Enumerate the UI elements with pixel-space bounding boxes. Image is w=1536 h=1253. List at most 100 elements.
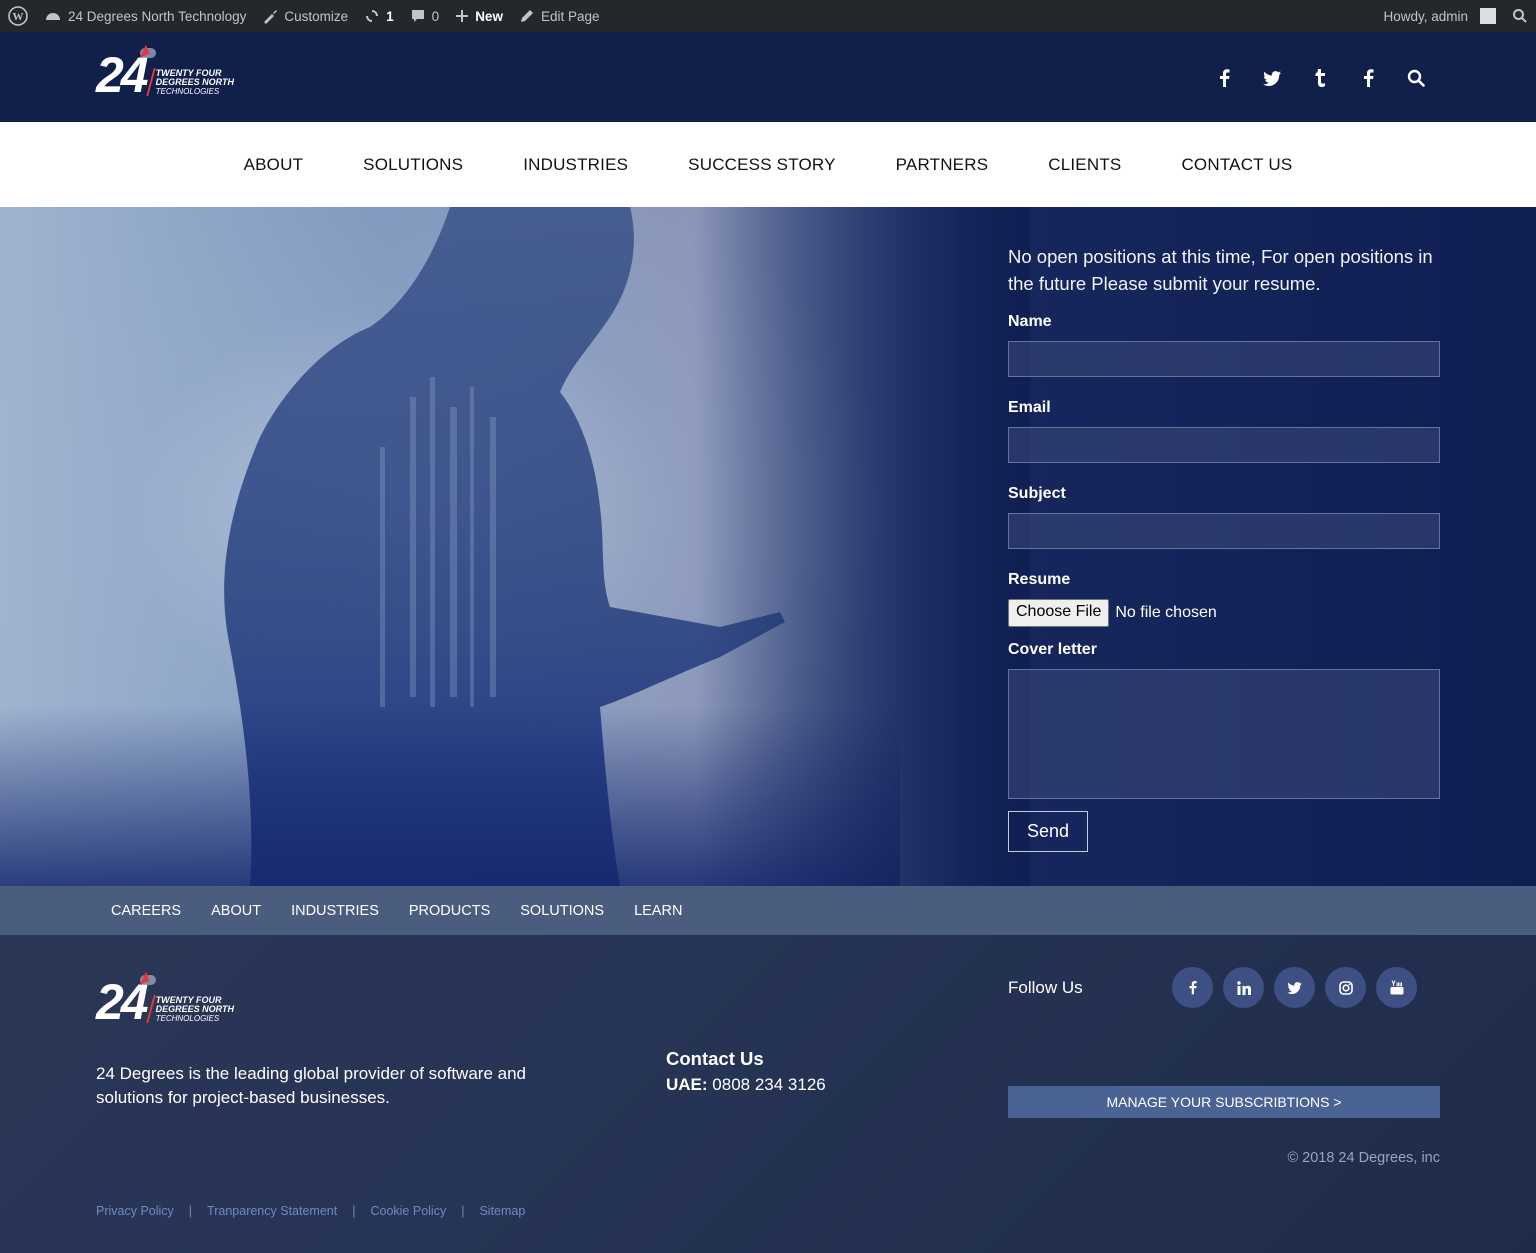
hero-fade [700,207,1030,886]
form-intro: No open positions at this time, For open… [1008,246,1433,294]
link-separator: | [352,1204,356,1218]
logo-number: 24 [96,44,156,100]
name-label: Name [1008,313,1052,330]
copyright: © 2018 24 Degrees, inc [1287,1150,1440,1166]
updates-link[interactable]: 1 [356,0,402,32]
privacy-policy-link[interactable]: Privacy Policy [96,1204,174,1218]
logo-line-2: DEGREES NORTH [155,1004,234,1014]
resume-form: No open positions at this time, For open… [1008,243,1440,852]
logo-line-3: TECHNOLOGIES [155,87,220,96]
nav-item-clients[interactable]: CLIENTS [1018,155,1151,175]
twitter-icon[interactable] [1274,967,1315,1008]
avatar [1480,8,1496,24]
logo-words: TWENTY FOUR DEGREES NORTH TECHNOLOGIES [156,996,234,1025]
admin-search-button[interactable] [1504,0,1536,32]
site-name-link[interactable]: 24 Degrees North Technology [36,0,254,32]
logo-number-text: 24 [96,47,149,103]
edit-page-link[interactable]: Edit Page [511,0,608,32]
wordpress-menu[interactable]: W [0,0,36,32]
new-content-link[interactable]: New [447,0,511,32]
comments-count: 0 [431,8,440,24]
logo-divider [145,995,156,1023]
facebook-icon[interactable] [1214,68,1234,88]
nav-item-success-story[interactable]: SUCCESS STORY [658,155,865,175]
facebook-icon[interactable] [1358,68,1378,88]
updates-icon [366,10,379,22]
pencil-icon [520,10,533,22]
manage-subscriptions-button[interactable]: MANAGE YOUR SUBSCRIBTIONS > [1008,1086,1440,1118]
main-nav: ABOUT SOLUTIONS INDUSTRIES SUCCESS STORY… [0,122,1536,207]
facebook-icon[interactable] [1172,967,1213,1008]
link-separator: | [461,1204,465,1218]
logo-words: TWENTY FOUR DEGREES NORTH TECHNOLOGIES [156,69,234,98]
site-logo[interactable]: 24 TWENTY FOUR DEGREES NORTH TECHNOLOGIE… [96,44,234,100]
svg-text:W: W [13,11,24,23]
logo-number-text: 24 [96,974,149,1030]
logo-divider [145,68,156,96]
subject-label: Subject [1008,485,1066,502]
logo-line-2: DEGREES NORTH [155,77,234,87]
site-name-label: 24 Degrees North Technology [68,8,247,24]
wordpress-icon: W [8,6,28,26]
dashboard-icon [46,13,60,20]
subject-field[interactable] [1008,513,1440,549]
nav-item-solutions[interactable]: SOLUTIONS [333,155,493,175]
site-footer: 24 TWENTY FOUR DEGREES NORTH TECHNOLOGIE… [0,935,1536,1253]
transparency-statement-link[interactable]: Tranparency Statement [207,1204,337,1218]
nav-item-contact-us[interactable]: CONTACT US [1151,155,1322,175]
send-button[interactable]: Send [1008,811,1088,852]
cover-letter-label: Cover letter [1008,641,1097,658]
footer-nav-learn[interactable]: LEARN [619,903,697,919]
comments-link[interactable]: 0 [402,0,448,32]
customize-label: Customize [284,8,349,24]
footer-nav-careers[interactable]: CAREERS [96,903,196,919]
contact-country-label: UAE: [666,1075,708,1094]
cover-letter-textarea[interactable] [1008,669,1440,799]
footer-contact-line: UAE: 0808 234 3126 [666,1075,826,1095]
logo-number: 24 [96,971,156,1027]
footer-nav-solutions[interactable]: SOLUTIONS [505,903,619,919]
footer-about-text: 24 Degrees is the leading global provide… [96,1064,526,1107]
youtube-icon[interactable] [1376,967,1417,1008]
linkedin-icon[interactable] [1223,967,1264,1008]
name-field[interactable] [1008,341,1440,377]
contact-phone[interactable]: 0808 234 3126 [712,1075,825,1094]
nav-item-about[interactable]: ABOUT [214,155,334,175]
search-icon [1513,9,1527,23]
admin-bar: W 24 Degrees North Technology Customize … [0,0,1536,32]
tumblr-icon[interactable] [1310,68,1330,88]
nav-item-partners[interactable]: PARTNERS [866,155,1019,175]
footer-nav: CAREERS ABOUT INDUSTRIES PRODUCTS SOLUTI… [0,886,1536,935]
header-social-icons [1214,68,1426,88]
howdy-label: Howdy, admin [1383,8,1468,24]
twitter-icon[interactable] [1262,68,1282,88]
email-label: Email [1008,399,1051,416]
footer-social-icons [1172,967,1417,1008]
resume-file-input: Choose File No file chosen [1008,599,1440,627]
plus-icon [456,10,469,22]
edit-page-label: Edit Page [540,8,600,24]
account-menu[interactable]: Howdy, admin [1375,0,1504,32]
footer-logo[interactable]: 24 TWENTY FOUR DEGREES NORTH TECHNOLOGIE… [96,971,234,1027]
instagram-icon[interactable] [1325,967,1366,1008]
customize-link[interactable]: Customize [254,0,356,32]
footer-nav-products[interactable]: PRODUCTS [394,903,505,919]
file-status: No file chosen [1115,604,1217,621]
footer-contact-heading: Contact Us [666,1048,764,1069]
footer-nav-about[interactable]: ABOUT [196,903,276,919]
link-separator: | [188,1204,193,1218]
comment-icon [411,10,424,22]
resume-label: Resume [1008,571,1071,588]
logo-line-3: TECHNOLOGIES [155,1014,220,1023]
choose-file-button[interactable]: Choose File [1008,599,1110,627]
search-icon[interactable] [1406,68,1426,88]
footer-nav-industries[interactable]: INDUSTRIES [276,903,394,919]
cookie-policy-link[interactable]: Cookie Policy [370,1204,446,1218]
nav-item-industries[interactable]: INDUSTRIES [493,155,658,175]
brush-icon [264,10,278,24]
careers-hero: No open positions at this time, For open… [0,207,1536,886]
sitemap-link[interactable]: Sitemap [479,1204,525,1218]
email-field[interactable] [1008,427,1440,463]
footer-legal-links: Privacy Policy | Tranparency Statement |… [96,1204,525,1218]
follow-us-label: Follow Us [1008,978,1083,997]
